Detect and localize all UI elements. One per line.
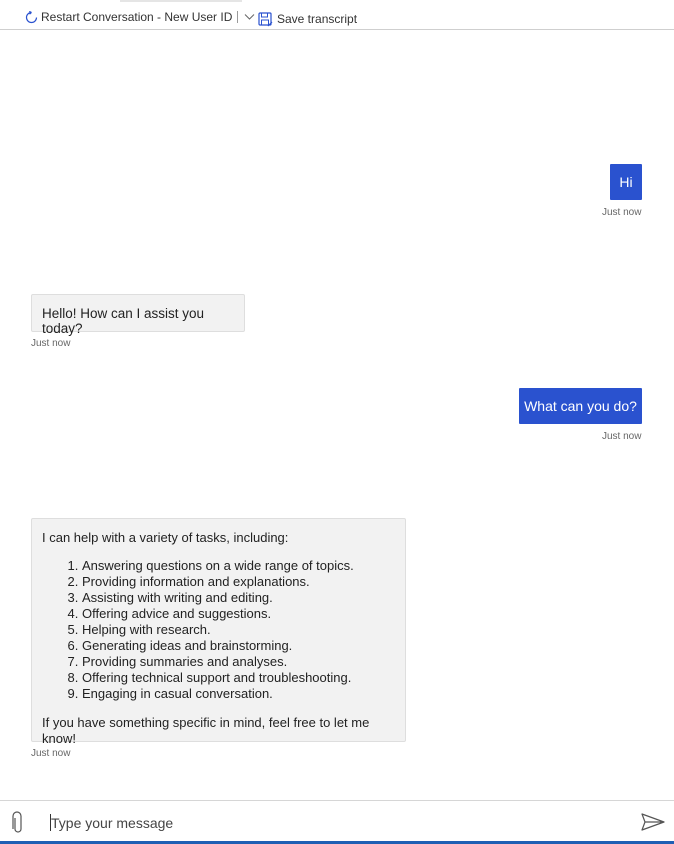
bot-message: Hello! How can I assist you today? <box>31 294 245 336</box>
message-text: Hi <box>619 174 633 190</box>
list-item: Assisting with writing and editing. <box>82 590 395 606</box>
message-intro: I can help with a variety of tasks, incl… <box>42 530 289 545</box>
list-item: Offering advice and suggestions. <box>82 606 395 622</box>
toolbar-divider <box>237 11 239 23</box>
paperclip-icon[interactable] <box>11 811 25 840</box>
save-icon <box>258 11 273 27</box>
save-transcript-label: Save transcript <box>277 12 358 26</box>
capabilities-list: Answering questions on a wide range of t… <box>42 558 395 702</box>
list-item: Helping with research. <box>82 622 395 638</box>
user-message: What can you do? <box>519 388 642 424</box>
send-icon[interactable] <box>641 813 665 836</box>
composer-bar <box>0 800 674 844</box>
toolbar: Restart Conversation - New User ID Save … <box>0 0 674 30</box>
restart-icon <box>25 10 38 24</box>
list-item: Engaging in casual conversation. <box>82 686 395 702</box>
text-cursor <box>50 814 51 831</box>
message-text: What can you do? <box>524 398 637 414</box>
message-timestamp: Just now <box>602 207 642 218</box>
list-item: Providing information and explanations. <box>82 574 395 590</box>
list-item: Offering technical support and troublesh… <box>82 670 395 686</box>
chevron-down-icon[interactable] <box>244 13 255 21</box>
message-timestamp: Just now <box>31 748 71 759</box>
list-item: Generating ideas and brainstorming. <box>82 638 395 654</box>
active-tab-indicator <box>120 0 242 2</box>
message-timestamp: Just now <box>602 431 642 442</box>
message-text: Hello! How can I assist you today? <box>42 306 205 336</box>
list-item: Answering questions on a wide range of t… <box>82 558 395 574</box>
restart-conversation-button[interactable]: Restart Conversation - New User ID <box>25 8 255 26</box>
message-input[interactable] <box>51 813 611 833</box>
user-message: Hi <box>610 164 642 200</box>
message-outro: If you have something specific in mind, … <box>42 715 370 746</box>
list-item: Providing summaries and analyses. <box>82 654 395 670</box>
save-transcript-button[interactable]: Save transcript <box>258 10 357 28</box>
restart-label: Restart Conversation - New User ID <box>41 10 233 24</box>
bot-message: I can help with a variety of tasks, incl… <box>31 518 406 746</box>
message-timestamp: Just now <box>31 338 71 349</box>
